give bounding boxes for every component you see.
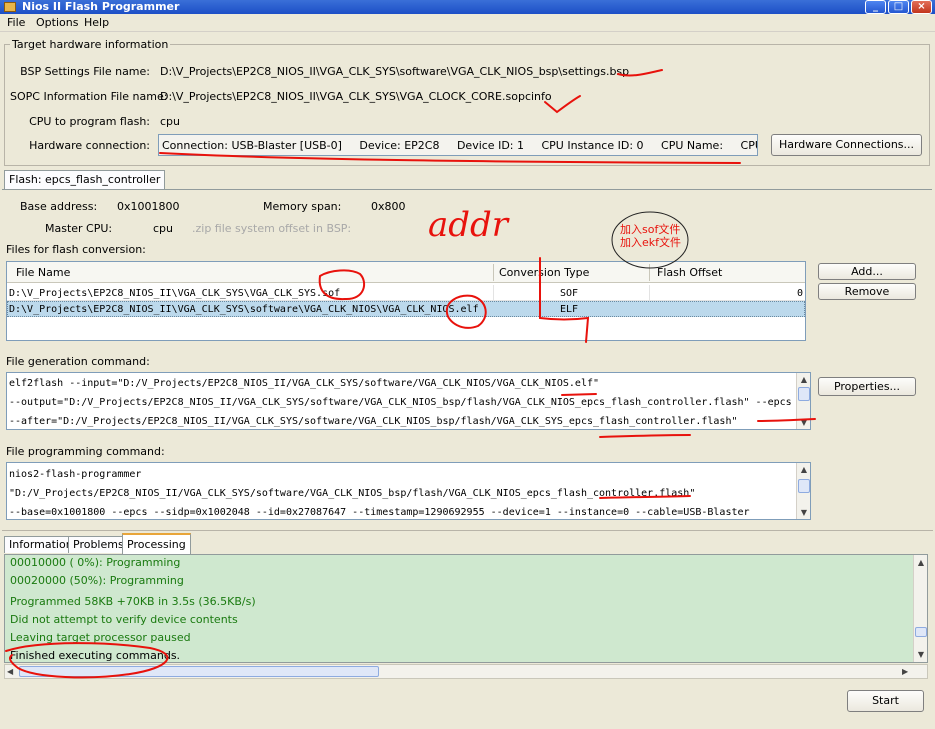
generation-scrollbar[interactable]: ▲ ▼ [796,373,810,429]
generation-command-label: File generation command: [6,355,150,368]
file-name-cell: D:\V_Projects\EP2C8_NIOS_II\VGA_CLK_SYS\… [9,304,479,315]
log-line: Leaving target processor paused [10,631,191,644]
menu-help[interactable]: Help [84,16,109,29]
programming-command-field[interactable]: nios2-flash-programmer "D:/V_Projects/EP… [6,462,811,520]
memory-span-label: Memory span: [263,200,342,213]
log-line: 00020000 (50%): Programming [10,574,184,587]
memory-span-value: 0x800 [371,200,406,213]
properties-button[interactable]: Properties... [818,377,916,396]
target-group-title: Target hardware information [10,38,171,51]
sopc-label: SOPC Information File name: [10,90,168,103]
close-button[interactable]: × [911,0,932,14]
cpu-value: cpu [160,115,181,128]
base-address-value: 0x1001800 [117,200,180,213]
bsp-value: D:\V_Projects\EP2C8_NIOS_II\VGA_CLK_SYS\… [160,65,630,78]
column-flash-offset[interactable]: Flash Offset [657,266,722,279]
tab-information[interactable]: Information [4,536,78,553]
cell-divider [649,285,650,301]
scroll-down-icon[interactable]: ▼ [798,417,810,428]
generation-line: elf2flash --input="D:/V_Projects/EP2C8_N… [9,378,600,389]
window-title: Nios II Flash Programmer [22,0,180,13]
maximize-button[interactable]: □ [888,0,909,14]
sopc-value: D:\V_Projects\EP2C8_NIOS_II\VGA_CLK_SYS\… [160,90,552,103]
hardware-connection-label: Hardware connection: [29,139,150,152]
log-line: Finished executing commands. [10,649,181,662]
files-table: File Name Conversion Type Flash Offset D… [6,261,806,341]
cell-divider [493,285,494,301]
log-line: 00010000 ( 0%): Programming [10,556,181,569]
title-bar: Nios II Flash Programmer _ □ × [0,0,935,14]
scroll-left-icon[interactable]: ◀ [7,666,17,677]
files-table-header: File Name Conversion Type Flash Offset [7,262,805,283]
scroll-thumb[interactable] [915,627,927,637]
log-scrollbar[interactable]: ▲ ▼ [913,555,927,662]
note-line-2: 加入ekf文件 [620,235,681,249]
ink-stroke [599,434,691,438]
flash-offset-cell: 0 [797,288,804,299]
cpu-label: CPU to program flash: [29,115,150,128]
separator [2,530,933,531]
add-file-button[interactable]: Add... [818,263,916,280]
scroll-right-icon[interactable]: ▶ [902,666,912,677]
scroll-thumb[interactable] [19,666,379,677]
conversion-type-cell: SOF [560,288,579,299]
master-cpu-value: cpu [153,222,174,235]
programming-line: nios2-flash-programmer [9,469,142,480]
column-file-name[interactable]: File Name [16,266,70,279]
scroll-thumb[interactable] [798,479,810,493]
conversion-type-cell: ELF [560,304,579,315]
hardware-connection-field[interactable]: Connection: USB-Blaster [USB-0] Device: … [158,134,758,156]
generation-line: --output="D:/V_Projects/EP2C8_NIOS_II/VG… [9,397,792,408]
scroll-down-icon[interactable]: ▼ [798,507,810,518]
note-line-1: 加入sof文件 [620,222,680,236]
table-row[interactable]: D:\V_Projects\EP2C8_NIOS_II\VGA_CLK_SYS\… [7,301,805,317]
log-horizontal-scrollbar[interactable]: ◀ ▶ [4,664,928,679]
tab-flash-epcs[interactable]: Flash: epcs_flash_controller [4,170,166,189]
addr-annotation: addr [428,205,510,245]
minimize-button[interactable]: _ [865,0,886,14]
start-button[interactable]: Start [847,690,924,712]
file-name-cell: D:\V_Projects\EP2C8_NIOS_II\VGA_CLK_SYS\… [9,288,341,299]
generation-line: --after="D:/V_Projects/EP2C8_NIOS_II/VGA… [9,416,738,427]
scroll-up-icon[interactable]: ▲ [798,464,810,475]
column-divider [649,264,650,281]
files-section-label: Files for flash conversion: [6,243,146,256]
generation-command-field[interactable]: elf2flash --input="D:/V_Projects/EP2C8_N… [6,372,811,430]
menu-bar: File Options Help [0,14,935,32]
menu-options[interactable]: Options [36,16,78,29]
log-line: Did not attempt to verify device content… [10,613,238,626]
scroll-down-icon[interactable]: ▼ [915,649,927,660]
column-conversion-type[interactable]: Conversion Type [499,266,589,279]
note-circle [611,211,689,269]
programming-line: --base=0x1001800 --epcs --sidp=0x1002048… [9,507,750,518]
master-cpu-label: Master CPU: [45,222,113,235]
tab-divider [2,189,932,190]
remove-file-button[interactable]: Remove [818,283,916,300]
log-line: Programmed 58KB +70KB in 3.5s (36.5KB/s) [10,595,256,608]
bsp-label: BSP Settings File name: [20,65,150,78]
app-icon [4,2,16,12]
column-divider [493,264,494,281]
zip-offset-label: .zip file system offset in BSP: [192,222,352,235]
programming-command-label: File programming command: [6,445,165,458]
tab-problems[interactable]: Problems [68,536,129,553]
scroll-up-icon[interactable]: ▲ [798,374,810,385]
programming-scrollbar[interactable]: ▲ ▼ [796,463,810,519]
table-row[interactable]: D:\V_Projects\EP2C8_NIOS_II\VGA_CLK_SYS\… [7,285,805,301]
scroll-thumb[interactable] [798,387,810,401]
base-address-label: Base address: [20,200,98,213]
menu-file[interactable]: File [7,16,25,29]
programming-line: "D:/V_Projects/EP2C8_NIOS_II/VGA_CLK_SYS… [9,488,696,499]
tab-processing[interactable]: Processing [122,533,191,554]
hardware-connections-button[interactable]: Hardware Connections... [771,134,922,156]
processing-log: 00010000 ( 0%): Programming 00020000 (50… [4,554,928,663]
scroll-up-icon[interactable]: ▲ [915,557,927,568]
